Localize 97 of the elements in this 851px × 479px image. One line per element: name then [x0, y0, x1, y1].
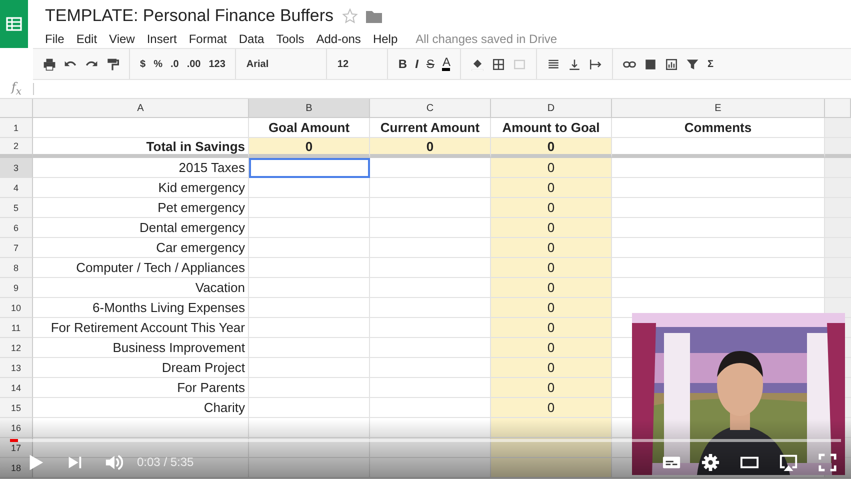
table-cell: 0	[491, 258, 612, 278]
table-cell: 0	[491, 378, 612, 398]
table-cell: Computer / Tech / Appliances	[33, 258, 249, 278]
table-cell: 0	[491, 158, 612, 178]
table-cell: Dental emergency	[33, 218, 249, 238]
formula-label: f$_{x}$	[10, 80, 23, 98]
functions-button[interactable]: Σ	[707, 58, 714, 70]
table-cell: Pet emergency	[33, 198, 249, 218]
row-header[interactable]: 5	[0, 198, 33, 218]
number-format-button[interactable]: 123	[208, 58, 226, 70]
table-cell: Total in Savings	[33, 138, 249, 158]
column-header[interactable]: E	[612, 99, 825, 118]
table-cell: 0	[491, 298, 612, 318]
sheets-logo[interactable]	[0, 0, 28, 48]
text-style-button[interactable]: A	[442, 57, 450, 71]
font-size-dropdown[interactable]: 12	[337, 58, 378, 70]
table-cell: 2015 Taxes	[33, 158, 249, 178]
airplay-icon[interactable]	[779, 452, 798, 472]
comment-icon[interactable]	[644, 58, 658, 70]
row-header[interactable]: 12	[0, 338, 33, 358]
borders-icon[interactable]	[492, 58, 506, 70]
menu-item[interactable]: Data	[238, 32, 264, 46]
row-header[interactable]: 6	[0, 218, 33, 238]
paint-format-icon[interactable]	[106, 58, 119, 70]
row-header[interactable]: 11	[0, 318, 33, 338]
table-cell: Car emergency	[33, 238, 249, 258]
document-title[interactable]: TEMPLATE: Personal Finance Buffers	[45, 6, 334, 26]
vertical-align-icon[interactable]	[568, 58, 582, 70]
table-cell: 6-Months Living Expenses	[33, 298, 249, 318]
video-time: 0:03 / 5:35	[137, 455, 194, 469]
row-header[interactable]: 8	[0, 258, 33, 278]
table-cell: 0	[370, 138, 491, 158]
folder-icon[interactable]	[366, 10, 382, 22]
currency-button[interactable]: $	[140, 58, 146, 70]
row-header[interactable]: 14	[0, 378, 33, 398]
text-style-button[interactable]: S	[426, 57, 434, 71]
menu-item[interactable]: Tools	[276, 32, 304, 46]
row-header[interactable]: 16	[0, 418, 33, 438]
table-cell: Business Improvement	[33, 338, 249, 358]
menu-item[interactable]: Help	[372, 32, 398, 46]
row-header[interactable]: 2	[0, 138, 33, 158]
column-header[interactable]: D	[491, 99, 612, 118]
number-format-button[interactable]: .0	[170, 58, 179, 70]
row-header[interactable]: 13	[0, 358, 33, 378]
column-header[interactable]: C	[370, 99, 491, 118]
table-cell: Charity	[33, 398, 249, 418]
font-dropdown[interactable]: Arial	[246, 58, 316, 70]
table-cell: Comments	[612, 118, 825, 138]
column-header[interactable]: A	[33, 99, 249, 118]
menu-item[interactable]: View	[109, 32, 135, 46]
table-cell: Dream Project	[33, 358, 249, 378]
menu-item[interactable]: Format	[188, 32, 227, 46]
number-format-button[interactable]: .00	[186, 58, 201, 70]
text-style-button[interactable]: B	[398, 57, 408, 71]
menu-item[interactable]: File	[45, 32, 64, 46]
menu-item[interactable]: Add-ons	[316, 32, 361, 46]
row-header[interactable]: 4	[0, 178, 33, 198]
fill-color-icon[interactable]	[471, 58, 484, 70]
print-icon[interactable]	[43, 58, 56, 70]
row-header[interactable]: 10	[0, 298, 33, 318]
percent-button[interactable]: %	[154, 58, 162, 70]
text-style-button[interactable]: I	[415, 57, 418, 71]
align-icon[interactable]	[547, 58, 560, 70]
settings-icon[interactable]	[701, 452, 720, 472]
fullscreen-icon[interactable]	[818, 452, 837, 472]
table-cell: 0	[491, 178, 612, 198]
table-cell: 0	[491, 318, 612, 338]
table-cell: 0	[491, 338, 612, 358]
table-cell: 0	[491, 278, 612, 298]
table-cell: For Parents	[33, 378, 249, 398]
grid-icon	[6, 17, 22, 31]
row-header[interactable]: 3	[0, 158, 33, 178]
menu-item[interactable]: Edit	[76, 32, 98, 46]
filter-icon[interactable]	[686, 58, 700, 70]
menu-item[interactable]: Insert	[146, 32, 177, 46]
table-cell: Vacation	[33, 278, 249, 298]
star-icon[interactable]	[342, 8, 358, 24]
chart-icon[interactable]	[665, 58, 678, 70]
table-cell: 0	[491, 218, 612, 238]
row-header[interactable]: 15	[0, 398, 33, 418]
table-cell: 0	[491, 358, 612, 378]
row-header[interactable]: 17	[0, 438, 33, 458]
table-cell: Kid emergency	[33, 178, 249, 198]
table-cell: 0	[491, 398, 612, 418]
row-header[interactable]: 1	[0, 118, 33, 138]
column-header[interactable]: B	[249, 99, 370, 118]
row-header[interactable]: 9	[0, 278, 33, 298]
table-cell: 0	[249, 138, 370, 158]
table-cell: 0	[491, 138, 612, 158]
save-status: All changes saved in Drive	[416, 32, 558, 46]
row-header[interactable]: 7	[0, 238, 33, 258]
volume-icon[interactable]	[104, 452, 123, 472]
text-wrap-icon[interactable]	[589, 58, 602, 70]
table-cell: 0	[491, 238, 612, 258]
table-cell: For Retirement Account This Year	[33, 318, 249, 338]
table-cell: 0	[491, 198, 612, 218]
row-header[interactable]: 18	[0, 458, 33, 478]
